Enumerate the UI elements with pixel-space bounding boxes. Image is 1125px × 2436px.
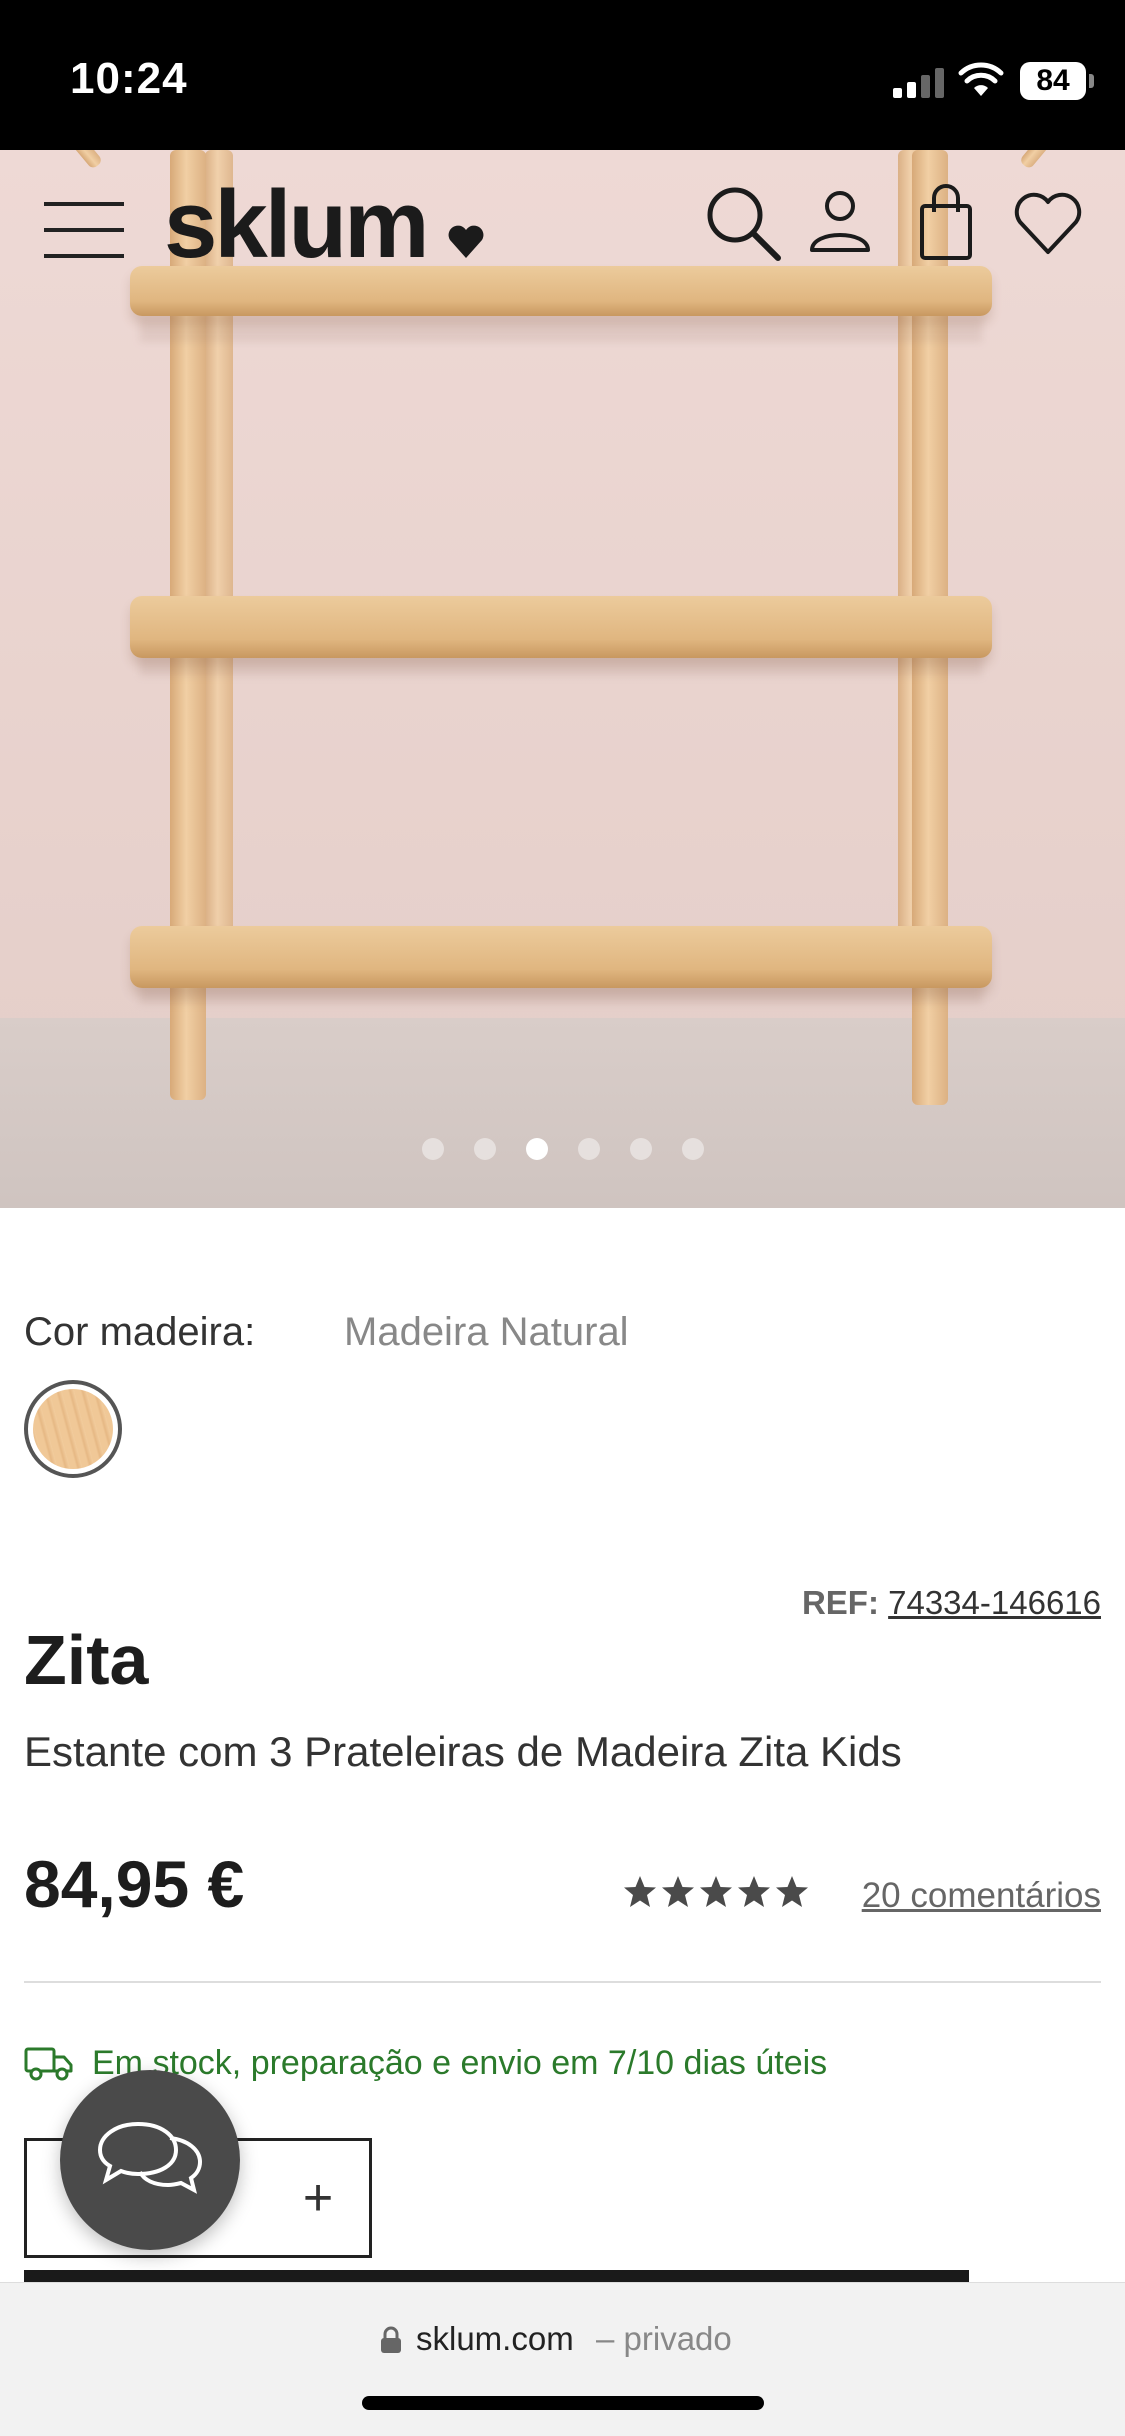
gallery-dot[interactable] [577, 1138, 600, 1160]
stock-text: Em stock, preparação e envio em 7/10 dia… [92, 2043, 828, 2082]
battery-icon: 84 [1020, 62, 1086, 100]
frame-arm-right [1018, 150, 1056, 170]
star-icon [776, 1876, 808, 1907]
product-ref: REF: 74334-146616 [802, 1584, 1101, 1622]
floor-area [0, 1018, 1125, 1208]
wishlist-heart-icon[interactable] [1008, 182, 1088, 262]
frame-arm-left [66, 150, 104, 170]
swatch-fill [33, 1389, 113, 1469]
chat-bubbles-icon [97, 2121, 203, 2194]
product-price: 84,95 € [24, 1847, 245, 1921]
battery-tip [1089, 74, 1094, 88]
sklum-logo[interactable]: sklum [164, 175, 429, 275]
add-to-cart-button[interactable] [24, 2270, 969, 2282]
gallery-dot[interactable] [629, 1138, 652, 1160]
lock-icon [381, 2326, 401, 2353]
gallery-dots [0, 1138, 1125, 1162]
product-description: Estante com 3 Prateleiras de Madeira Zit… [24, 1728, 902, 1775]
private-mode-label: – privado [596, 2320, 732, 2357]
shelf-shadow [140, 318, 982, 342]
account-icon[interactable] [800, 182, 880, 262]
gallery-dot-active[interactable] [525, 1138, 548, 1160]
reviews-link[interactable]: 20 comentários [862, 1876, 1101, 1916]
divider [24, 1981, 1101, 1983]
star-icon [624, 1876, 656, 1907]
search-icon[interactable] [702, 182, 782, 262]
star-icon [662, 1876, 694, 1907]
cellular-signal-icon [893, 68, 945, 98]
gallery-dot[interactable] [681, 1138, 704, 1160]
star-icon [738, 1876, 770, 1907]
star-icon [700, 1876, 732, 1907]
quantity-plus-button[interactable]: + [296, 2168, 340, 2228]
shelf-bottom [130, 926, 992, 988]
gallery-dot[interactable] [421, 1138, 444, 1160]
home-indicator[interactable] [362, 2396, 764, 2410]
logo-heart-icon [448, 225, 484, 258]
wifi-icon [958, 62, 1004, 96]
browser-url-bar[interactable] [0, 2282, 1125, 2436]
product-image-gallery[interactable] [0, 150, 1125, 1208]
url-domain: sklum.com [416, 2320, 574, 2357]
delivery-truck-icon [24, 2047, 73, 2081]
chat-button[interactable] [60, 2070, 240, 2250]
color-option-value: Madeira Natural [344, 1310, 629, 1354]
product-title: Zita [24, 1621, 149, 1699]
status-time: 10:24 [70, 54, 188, 103]
bag-icon[interactable] [906, 182, 986, 262]
gallery-dot[interactable] [473, 1138, 496, 1160]
menu-icon[interactable] [44, 202, 124, 258]
color-swatch-natural-wood[interactable] [24, 1380, 122, 1478]
shelf-middle [130, 596, 992, 658]
status-bar: 10:24 84 [0, 0, 1125, 150]
color-option-label: Cor madeira: [24, 1310, 256, 1354]
rating-stars[interactable] [622, 1874, 810, 1918]
ref-value-link[interactable]: 74334-146616 [888, 1584, 1101, 1621]
ref-label: REF: [801, 1584, 879, 1621]
